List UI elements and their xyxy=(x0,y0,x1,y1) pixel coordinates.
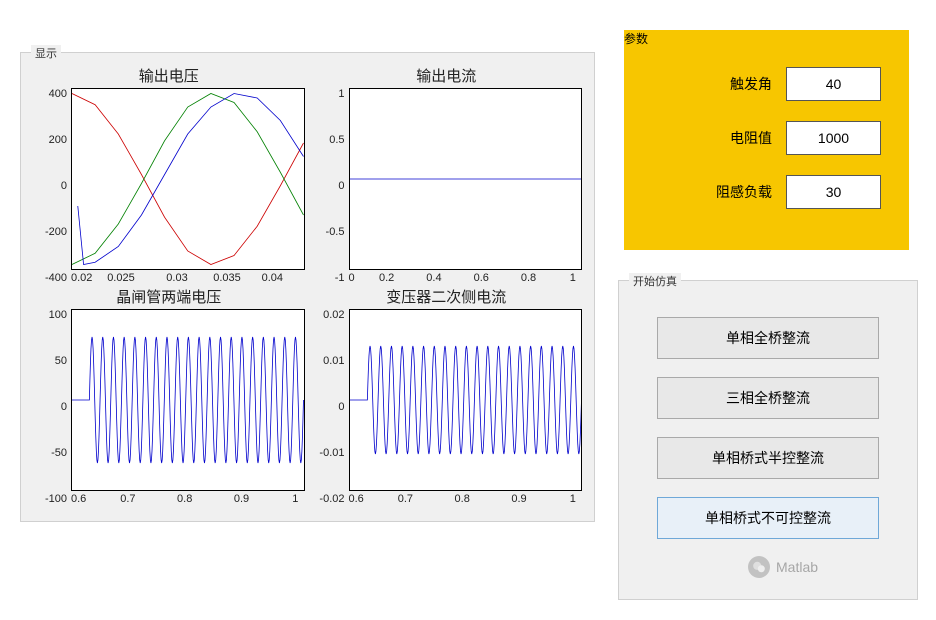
y-ticks: 100500-50-100 xyxy=(33,309,71,505)
x-ticks: 0.60.70.80.91 xyxy=(349,491,583,505)
param-label: 触发角 xyxy=(730,74,772,94)
y-ticks: 10.50-0.5-1 xyxy=(311,88,349,284)
chart-title: 变压器二次侧电流 xyxy=(386,286,506,307)
plot-area xyxy=(349,88,583,270)
x-ticks: 00.20.40.60.81 xyxy=(349,270,583,284)
plot-area xyxy=(71,309,305,491)
plot-area xyxy=(71,88,305,270)
x-ticks: 0.60.70.80.91 xyxy=(71,491,305,505)
param-label: 阻感负载 xyxy=(716,182,772,202)
param-row-rl-load: 阻感负载 xyxy=(624,175,881,209)
plot-area xyxy=(349,309,583,491)
display-panel: 显示 输出电压 4002000-200-400 0.020.0250.030.0… xyxy=(20,52,595,522)
chart-thyristor-voltage: 晶闸管两端电压 100500-50-100 0.60.70.80.91 xyxy=(33,284,305,505)
param-row-resistance: 电阻值 xyxy=(624,121,881,155)
sim-single-full-bridge-button[interactable]: 单相全桥整流 xyxy=(657,317,879,359)
sim-legend: 开始仿真 xyxy=(629,273,681,289)
sim-panel: 开始仿真 单相全桥整流 三相全桥整流 单相桥式半控整流 单相桥式不可控整流 xyxy=(618,280,918,600)
chart-output-voltage: 输出电压 4002000-200-400 0.020.0250.030.0350… xyxy=(33,63,305,284)
x-ticks: 0.020.0250.030.0350.04 xyxy=(71,270,305,284)
resistance-input[interactable] xyxy=(786,121,881,155)
sim-single-half-controlled-button[interactable]: 单相桥式半控整流 xyxy=(657,437,879,479)
y-ticks: 0.020.010-0.01-0.02 xyxy=(311,309,349,505)
trigger-angle-input[interactable] xyxy=(786,67,881,101)
chart-transformer-current: 变压器二次侧电流 0.020.010-0.01-0.02 0.60.70.80.… xyxy=(311,284,583,505)
rl-load-input[interactable] xyxy=(786,175,881,209)
y-ticks: 4002000-200-400 xyxy=(33,88,71,284)
sim-three-phase-full-bridge-button[interactable]: 三相全桥整流 xyxy=(657,377,879,419)
display-legend: 显示 xyxy=(31,45,61,61)
sim-single-uncontrolled-button[interactable]: 单相桥式不可控整流 xyxy=(657,497,879,539)
params-panel: 参数 触发角 电阻值 阻感负载 xyxy=(624,30,909,250)
params-legend: 参数 xyxy=(624,30,909,47)
chart-title: 输出电压 xyxy=(139,65,199,86)
chart-title: 晶闸管两端电压 xyxy=(116,286,221,307)
chart-grid: 输出电压 4002000-200-400 0.020.0250.030.0350… xyxy=(33,63,582,505)
chart-output-current: 输出电流 10.50-0.5-1 00.20.40.60.81 xyxy=(311,63,583,284)
param-label: 电阻值 xyxy=(730,128,772,148)
chart-title: 输出电流 xyxy=(416,65,476,86)
param-row-trigger-angle: 触发角 xyxy=(624,67,881,101)
